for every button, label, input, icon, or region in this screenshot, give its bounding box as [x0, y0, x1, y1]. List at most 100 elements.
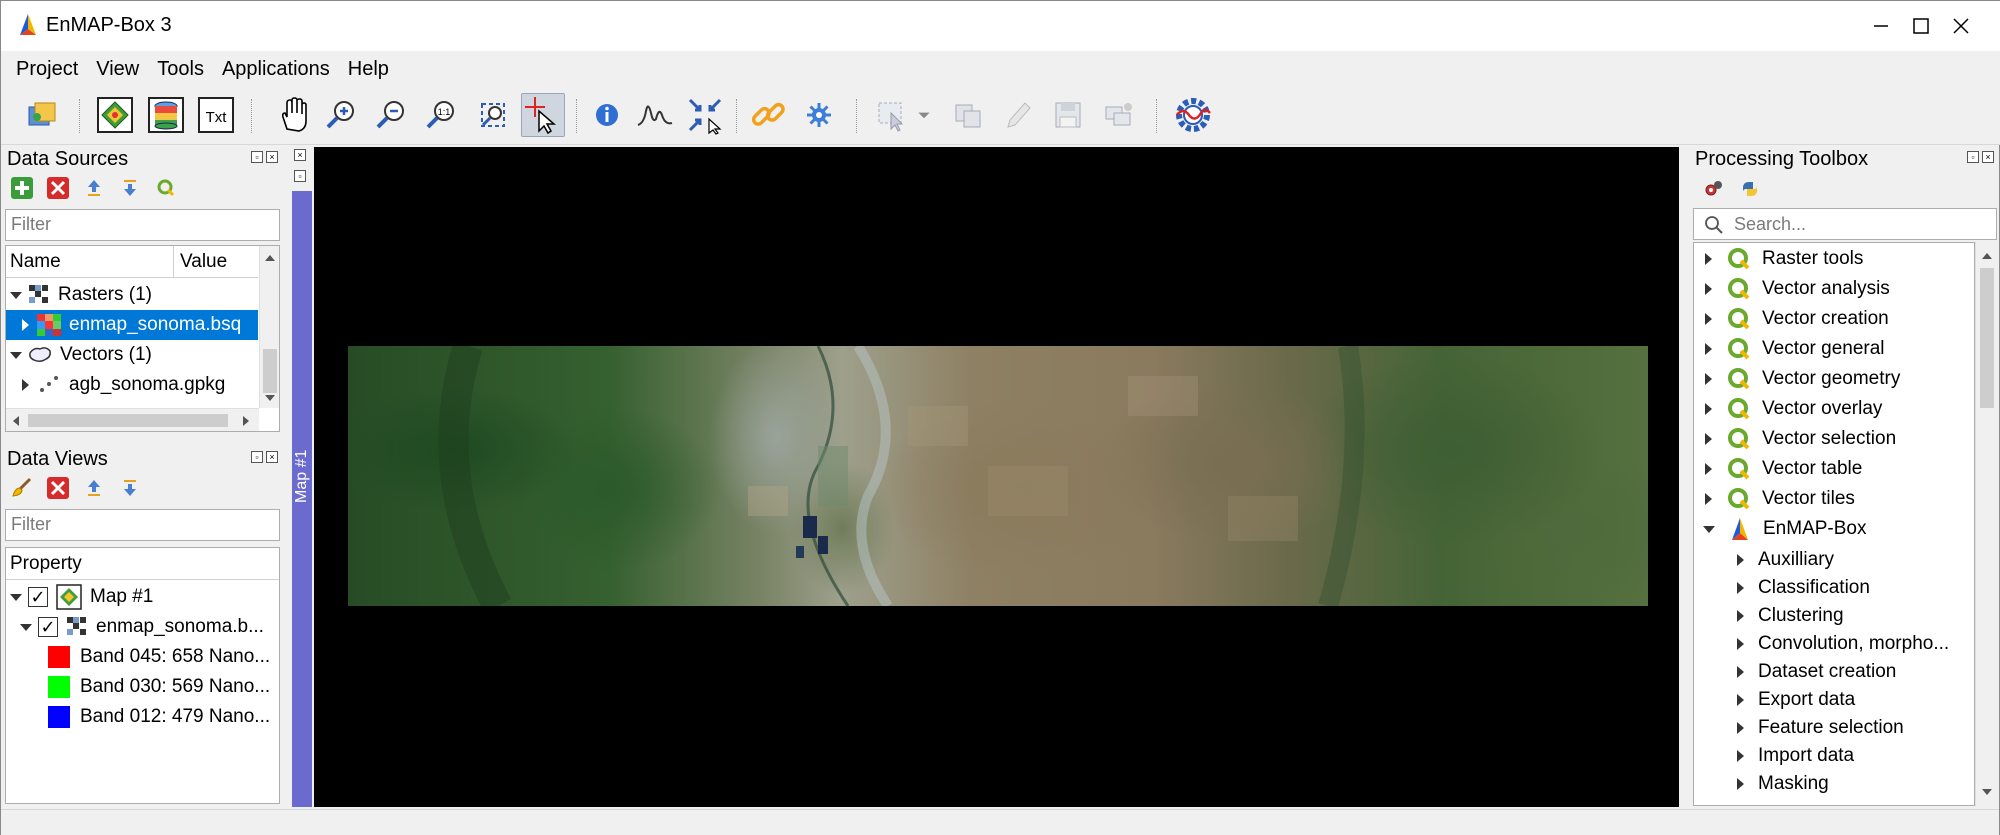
algorithm-group-vector-general[interactable]: Vector general [1693, 334, 1885, 364]
expand-arrow-icon[interactable] [1705, 313, 1712, 325]
expand-arrow-icon[interactable] [1737, 638, 1744, 650]
enmap-subgroup[interactable]: Dataset creation [1737, 657, 1896, 687]
select-dropdown-button[interactable] [911, 93, 937, 137]
expand-arrow-icon[interactable] [1705, 493, 1712, 505]
python-scripts-button[interactable] [1737, 176, 1763, 202]
settings-button[interactable] [797, 93, 841, 137]
expand-arrow-icon[interactable] [22, 379, 29, 391]
expand-arrow-icon[interactable] [1737, 778, 1744, 790]
menu-tools[interactable]: Tools [148, 54, 213, 85]
data-sources-dock-buttons[interactable]: ▫ × [251, 151, 281, 167]
tree-item-vector[interactable]: agb_sonoma.gpkg [6, 370, 258, 400]
expand-arrow-icon[interactable] [1705, 343, 1712, 355]
float-icon[interactable]: ▫ [251, 451, 263, 463]
spectral-profile-button[interactable] [633, 93, 677, 137]
expand-arrow-icon[interactable] [1705, 253, 1712, 265]
scrollbar-thumb[interactable] [1980, 268, 1994, 408]
scroll-right-icon[interactable] [242, 415, 250, 427]
enmap-app-button[interactable] [1171, 93, 1215, 137]
algorithm-group-vector-tiles[interactable]: Vector tiles [1693, 484, 1855, 514]
info-button[interactable] [585, 93, 629, 137]
column-header-value[interactable]: Value [174, 246, 258, 278]
processing-search-input[interactable]: Search... [1693, 208, 1997, 240]
add-raster-button[interactable] [93, 93, 137, 137]
layer-visibility-checkbox[interactable]: ✓ [38, 617, 58, 637]
enmap-subgroup[interactable]: Convolution, morpho... [1737, 629, 1949, 659]
enmap-subgroup[interactable]: Auxilliary [1737, 545, 1834, 575]
add-text-button[interactable]: Txt [194, 93, 238, 137]
remove-source-button[interactable] [45, 175, 71, 201]
expand-arrow-icon[interactable] [1705, 403, 1712, 415]
close-button[interactable] [1921, 1, 2000, 51]
algorithm-group-vector-analysis[interactable]: Vector analysis [1693, 274, 1890, 304]
algorithm-group-vector-geometry[interactable]: Vector geometry [1693, 364, 1900, 394]
processing-vertical-scrollbar[interactable] [1975, 242, 1997, 806]
close-icon[interactable]: × [266, 151, 278, 163]
scrollbar-thumb[interactable] [28, 414, 228, 427]
algorithm-group-vector-table[interactable]: Vector table [1693, 454, 1862, 484]
tree-group-vectors[interactable]: Vectors (1) [6, 340, 258, 370]
zoom-full-button[interactable] [471, 93, 515, 137]
expand-arrow-icon[interactable] [10, 351, 22, 359]
select-button[interactable] [871, 93, 915, 137]
close-icon[interactable]: × [1982, 151, 1994, 163]
scroll-up-icon[interactable] [264, 254, 276, 262]
expand-arrow-icon[interactable] [1705, 463, 1712, 475]
zoom-native-button[interactable]: 1:1 [419, 93, 463, 137]
float-icon[interactable]: ▫ [251, 151, 263, 163]
enmap-subgroup[interactable]: Export data [1737, 685, 1855, 715]
expand-arrow-icon[interactable] [1737, 722, 1744, 734]
remove-view-button[interactable] [45, 475, 71, 501]
pan-button[interactable] [271, 93, 315, 137]
close-icon[interactable]: × [266, 451, 278, 463]
enmap-subgroup[interactable]: Feature selection [1737, 713, 1904, 743]
expand-arrow-icon[interactable] [1737, 554, 1744, 566]
vertical-scrollbar[interactable] [259, 246, 279, 408]
clear-views-button[interactable] [9, 475, 35, 501]
models-button[interactable] [1701, 176, 1727, 202]
algorithm-group-vector-overlay[interactable]: Vector overlay [1693, 394, 1882, 424]
expand-arrow-icon[interactable] [1737, 610, 1744, 622]
map-dock-float-button[interactable]: ▫ [294, 170, 310, 184]
enmap-subgroup[interactable]: Import data [1737, 741, 1854, 771]
layers-button[interactable] [1096, 93, 1140, 137]
map-canvas[interactable] [314, 147, 1679, 807]
menu-view[interactable]: View [87, 54, 148, 85]
scroll-down-icon[interactable] [264, 394, 276, 402]
data-views-filter[interactable]: Filter [5, 509, 280, 541]
scroll-down-icon[interactable] [1981, 788, 1993, 796]
scroll-left-icon[interactable] [12, 415, 20, 427]
tree-item-map[interactable]: ✓ Map #1 [6, 582, 279, 612]
expand-all-button[interactable] [117, 475, 143, 501]
scroll-up-icon[interactable] [1981, 252, 1993, 260]
identify-cursor-button[interactable] [521, 93, 565, 137]
band-row-blue[interactable]: Band 012: 479 Nano... [48, 702, 278, 732]
band-row-red[interactable]: Band 045: 658 Nano... [48, 642, 278, 672]
tree-item-layer[interactable]: ✓ enmap_sonoma.b... [6, 612, 279, 642]
zoom-in-button[interactable] [319, 93, 363, 137]
add-database-button[interactable] [144, 93, 188, 137]
zoom-out-button[interactable] [369, 93, 413, 137]
algorithm-group-enmap-box[interactable]: EnMAP-Box [1693, 514, 1866, 544]
data-sources-filter[interactable]: Filter [5, 209, 280, 241]
crosshair-button[interactable] [683, 93, 727, 137]
data-views-dock-buttons[interactable]: ▫ × [251, 451, 281, 467]
expand-arrow-icon[interactable] [22, 319, 29, 331]
open-project-button[interactable] [21, 93, 65, 137]
algorithm-group-vector-selection[interactable]: Vector selection [1693, 424, 1896, 454]
expand-arrow-icon[interactable] [1705, 373, 1712, 385]
menu-project[interactable]: Project [7, 54, 87, 85]
band-row-green[interactable]: Band 030: 569 Nano... [48, 672, 278, 702]
expand-arrow-icon[interactable] [10, 593, 22, 601]
processing-dock-buttons[interactable]: ▫ × [1967, 151, 1997, 167]
map-visibility-checkbox[interactable]: ✓ [28, 587, 48, 607]
column-header-property[interactable]: Property [6, 548, 279, 580]
collapse-all-button[interactable] [81, 475, 107, 501]
enmap-subgroup[interactable]: Masking [1737, 769, 1829, 799]
add-source-button[interactable] [9, 175, 35, 201]
expand-arrow-icon[interactable] [1737, 582, 1744, 594]
expand-arrow-icon[interactable] [1705, 433, 1712, 445]
float-icon[interactable]: ▫ [294, 170, 306, 182]
menu-applications[interactable]: Applications [213, 54, 339, 85]
enmap-subgroup[interactable]: Classification [1737, 573, 1870, 603]
